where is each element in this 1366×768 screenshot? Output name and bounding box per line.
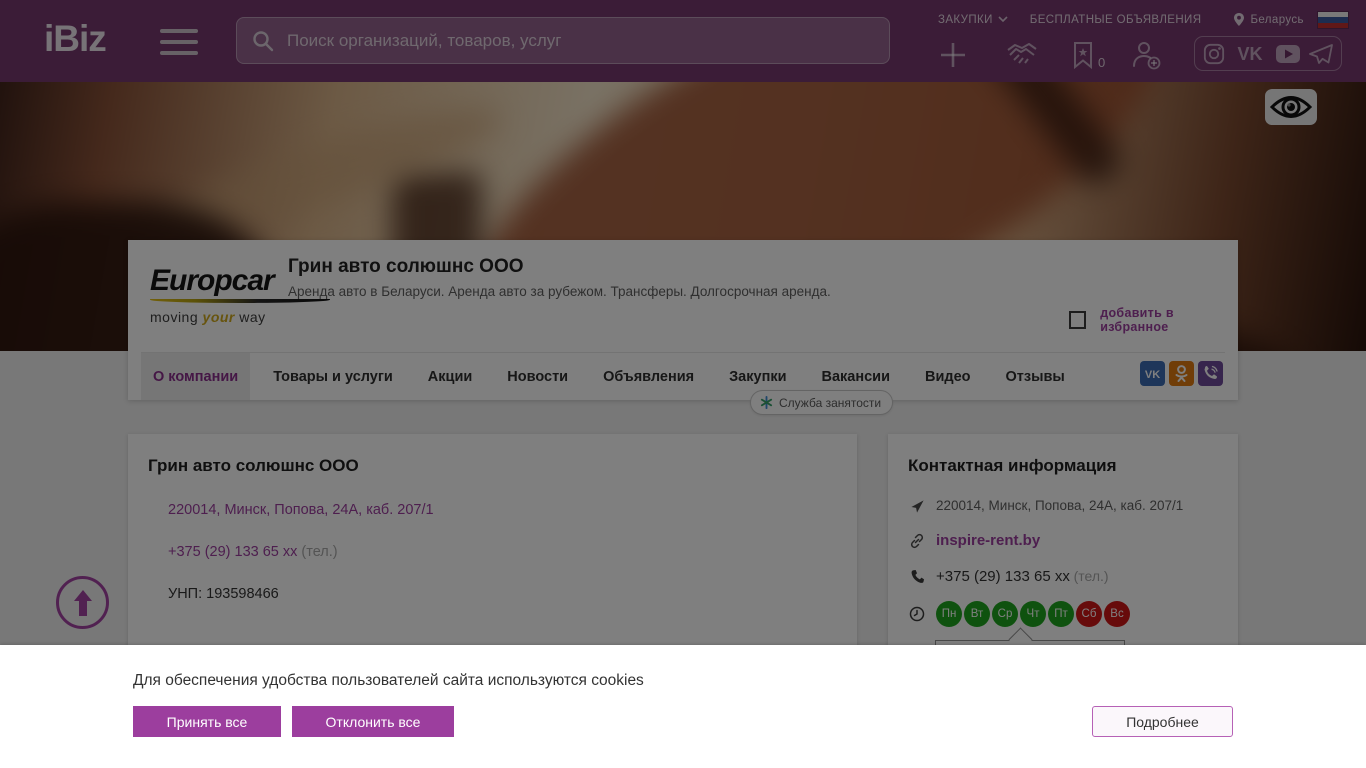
decline-cookies-button[interactable]: Отклонить все: [292, 706, 454, 737]
cookie-banner: Для обеспечения удобства пользователей с…: [0, 645, 1366, 768]
accept-cookies-button[interactable]: Принять все: [133, 706, 281, 737]
cookie-details-button[interactable]: Подробнее: [1092, 706, 1233, 737]
cookie-message: Для обеспечения удобства пользователей с…: [133, 672, 644, 690]
